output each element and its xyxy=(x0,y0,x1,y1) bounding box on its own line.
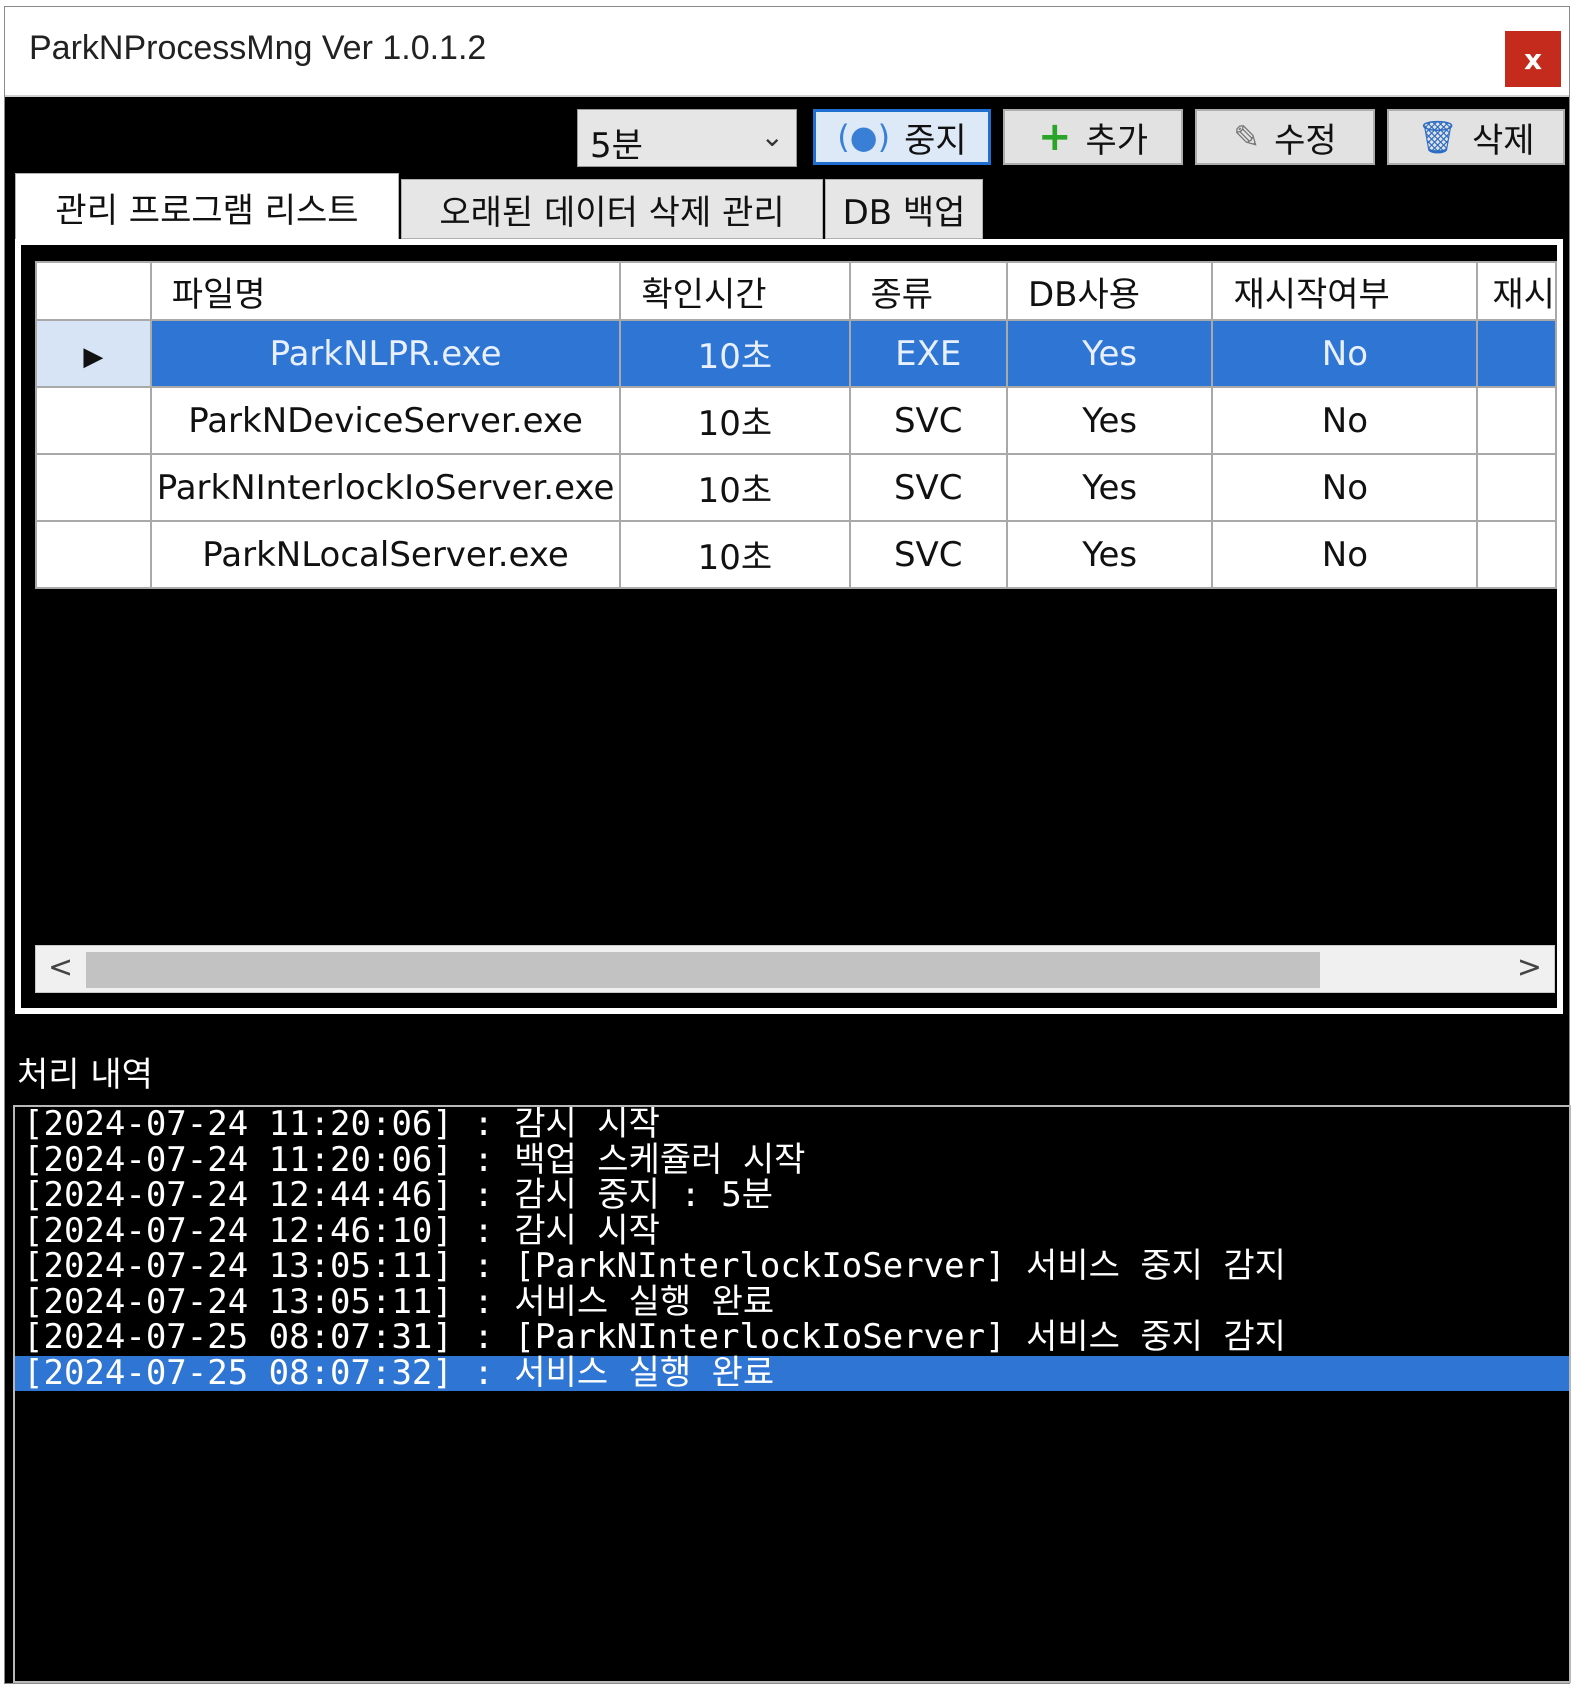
tab-program-list[interactable]: 관리 프로그램 리스트 xyxy=(15,173,399,241)
log-line[interactable]: [2024-07-24 12:46:10] : 감시 시작 xyxy=(15,1213,1569,1250)
cell-db-use[interactable]: Yes xyxy=(1005,386,1214,455)
cell-check-time[interactable]: 10초 xyxy=(619,453,851,522)
cell-type[interactable]: EXE xyxy=(848,319,1008,388)
row-header-corner xyxy=(35,261,152,321)
toolbar: 5분 ⌄ (●) 중지 + 추가 ✎ 수정 🗑 삭제 xyxy=(5,101,1569,171)
column-header-check-time[interactable]: 확인시간 xyxy=(619,261,851,321)
column-header-restart[interactable]: 재시작여부 xyxy=(1211,261,1479,321)
cell-type[interactable]: SVC xyxy=(848,453,1008,522)
add-button[interactable]: + 추가 xyxy=(1003,109,1183,165)
scrollbar-thumb[interactable] xyxy=(86,952,1320,988)
log-line[interactable]: [2024-07-24 13:05:11] : [ParkNInterlockI… xyxy=(15,1248,1569,1285)
row-selector[interactable] xyxy=(35,386,152,455)
cell-db-use[interactable]: Yes xyxy=(1005,520,1214,589)
column-header-filename[interactable]: 파일명 xyxy=(149,261,622,321)
log-line[interactable]: [2024-07-25 08:07:31] : [ParkNInterlockI… xyxy=(15,1319,1569,1356)
tab-db-backup[interactable]: DB 백업 xyxy=(825,179,983,239)
program-table: 파일명 확인시간 종류 DB사용 재시작여부 재시 ▶ ParkNLPR.exe… xyxy=(35,261,1557,589)
cell-extra[interactable] xyxy=(1476,319,1557,388)
row-selector[interactable] xyxy=(35,453,152,522)
interval-dropdown[interactable]: 5분 ⌄ xyxy=(577,109,797,167)
horizontal-scrollbar[interactable]: < > xyxy=(35,945,1555,993)
stop-button[interactable]: (●) 중지 xyxy=(813,109,991,165)
program-list-panel: 파일명 확인시간 종류 DB사용 재시작여부 재시 ▶ ParkNLPR.exe… xyxy=(15,239,1563,1014)
cell-check-time[interactable]: 10초 xyxy=(619,520,851,589)
column-header-restart-more[interactable]: 재시 xyxy=(1476,261,1557,321)
log-section-label: 처리 내역 xyxy=(17,1055,153,1095)
cell-filename[interactable]: ParkNDeviceServer.exe xyxy=(149,386,622,455)
window-title: ParkNProcessMng Ver 1.0.1.2 xyxy=(29,29,487,67)
edit-button-label: 수정 xyxy=(1274,120,1337,161)
add-button-label: 추가 xyxy=(1085,120,1149,161)
log-line-selected[interactable]: [2024-07-25 08:07:32] : 서비스 실행 완료 xyxy=(15,1355,1569,1391)
column-header-db-use[interactable]: DB사용 xyxy=(1005,261,1214,321)
cell-extra[interactable] xyxy=(1476,386,1557,455)
table-row[interactable]: ▶ ParkNLPR.exe 10초 EXE Yes No xyxy=(35,319,1557,388)
stop-icon: (●) xyxy=(837,118,891,156)
main-window: ParkNProcessMng Ver 1.0.1.2 x 5분 ⌄ (●) 중… xyxy=(4,6,1571,1684)
cell-restart[interactable]: No xyxy=(1211,319,1479,388)
delete-button[interactable]: 🗑 삭제 xyxy=(1387,109,1565,165)
table-row[interactable]: ParkNLocalServer.exe 10초 SVC Yes No xyxy=(35,520,1557,589)
cell-type[interactable]: SVC xyxy=(848,386,1008,455)
scroll-right-icon[interactable]: > xyxy=(1517,950,1542,985)
edit-icon: ✎ xyxy=(1233,118,1261,156)
row-selector[interactable] xyxy=(35,520,152,589)
plus-icon: + xyxy=(1037,114,1072,160)
chevron-down-icon: ⌄ xyxy=(760,120,784,153)
cell-filename[interactable]: ParkNLocalServer.exe xyxy=(149,520,622,589)
tab-old-data-delete[interactable]: 오래된 데이터 삭제 관리 xyxy=(401,179,823,239)
cell-type[interactable]: SVC xyxy=(848,520,1008,589)
tab-strip: 관리 프로그램 리스트 오래된 데이터 삭제 관리 DB 백업 xyxy=(15,173,1015,241)
cell-check-time[interactable]: 10초 xyxy=(619,319,851,388)
cell-extra[interactable] xyxy=(1476,520,1557,589)
log-line[interactable]: [2024-07-24 12:44:46] : 감시 중지 : 5분 xyxy=(15,1177,1569,1214)
log-line[interactable]: [2024-07-24 11:20:06] : 감시 시작 xyxy=(15,1107,1569,1143)
row-selector[interactable]: ▶ xyxy=(35,319,152,388)
cell-db-use[interactable]: Yes xyxy=(1005,319,1214,388)
interval-value: 5분 xyxy=(590,126,643,166)
table-header-row: 파일명 확인시간 종류 DB사용 재시작여부 재시 xyxy=(35,261,1557,321)
cell-extra[interactable] xyxy=(1476,453,1557,522)
close-button[interactable]: x xyxy=(1505,31,1561,87)
table-row[interactable]: ParkNInterlockIoServer.exe 10초 SVC Yes N… xyxy=(35,453,1557,522)
cell-restart[interactable]: No xyxy=(1211,520,1479,589)
column-header-type[interactable]: 종류 xyxy=(848,261,1008,321)
edit-button[interactable]: ✎ 수정 xyxy=(1195,109,1375,165)
grid-area: 파일명 확인시간 종류 DB사용 재시작여부 재시 ▶ ParkNLPR.exe… xyxy=(21,245,1557,1008)
trash-icon: 🗑 xyxy=(1417,118,1459,156)
cell-db-use[interactable]: Yes xyxy=(1005,453,1214,522)
table-row[interactable]: ParkNDeviceServer.exe 10초 SVC Yes No xyxy=(35,386,1557,455)
cell-check-time[interactable]: 10초 xyxy=(619,386,851,455)
stop-button-label: 중지 xyxy=(904,120,967,161)
cell-restart[interactable]: No xyxy=(1211,453,1479,522)
delete-button-label: 삭제 xyxy=(1472,120,1535,161)
cell-filename[interactable]: ParkNLPR.exe xyxy=(149,319,622,388)
cell-filename[interactable]: ParkNInterlockIoServer.exe xyxy=(149,453,622,522)
title-bar: ParkNProcessMng Ver 1.0.1.2 x xyxy=(5,7,1569,97)
log-listbox[interactable]: [2024-07-24 11:20:06] : 감시 시작 [2024-07-2… xyxy=(13,1105,1571,1683)
log-line[interactable]: [2024-07-24 11:20:06] : 백업 스케쥴러 시작 xyxy=(15,1142,1569,1179)
scroll-left-icon[interactable]: < xyxy=(48,950,73,985)
log-line[interactable]: [2024-07-24 13:05:11] : 서비스 실행 완료 xyxy=(15,1284,1569,1321)
cell-restart[interactable]: No xyxy=(1211,386,1479,455)
current-row-arrow-icon: ▶ xyxy=(83,341,104,372)
